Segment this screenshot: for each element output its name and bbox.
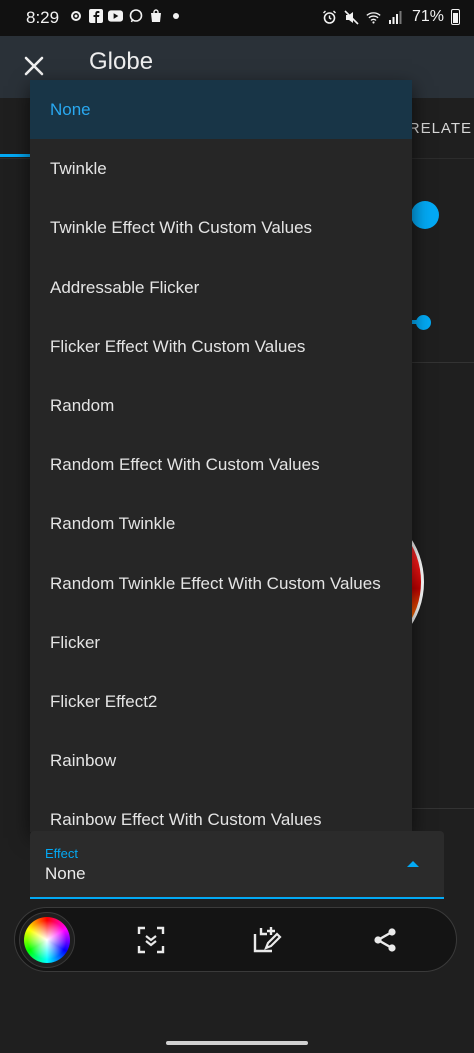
shopping-bag-icon: [148, 8, 163, 23]
divider: [411, 808, 474, 809]
dropdown-option[interactable]: Twinkle: [30, 139, 412, 198]
share-icon: [374, 928, 396, 952]
color-wheel-icon: [24, 917, 70, 963]
alarm-icon: [322, 10, 337, 25]
facebook-icon: [88, 8, 103, 23]
dropdown-option[interactable]: Twinkle Effect With Custom Values: [30, 198, 412, 257]
mute-icon: [344, 9, 359, 25]
settings-icon: [68, 8, 83, 23]
dropdown-option[interactable]: Flicker Effect2: [30, 672, 412, 731]
signal-icon: [388, 10, 403, 25]
dropdown-option[interactable]: Rainbow: [30, 731, 412, 790]
scan-icon: [137, 926, 165, 954]
tab-related[interactable]: RELATE: [409, 120, 472, 137]
dropdown-option[interactable]: Random Twinkle Effect With Custom Values: [30, 554, 412, 613]
toggle-switch[interactable]: [411, 201, 439, 229]
notification-icons: [68, 8, 183, 23]
effect-label: Effect: [45, 846, 79, 861]
close-icon: [24, 56, 44, 76]
edit-crop-button[interactable]: [245, 918, 289, 962]
caret-up-icon: [407, 861, 419, 867]
share-button[interactable]: [363, 918, 407, 962]
dropdown-option[interactable]: Random Twinkle: [30, 494, 412, 553]
divider: [411, 362, 474, 363]
effect-select[interactable]: Effect None: [30, 831, 444, 899]
home-indicator[interactable]: [166, 1041, 308, 1045]
youtube-icon: [108, 8, 123, 23]
messenger-icon: [128, 8, 143, 23]
status-time: 8:29: [26, 8, 60, 27]
dropdown-option[interactable]: Rainbow Effect With Custom Values: [30, 790, 412, 832]
brightness-slider-handle[interactable]: [416, 315, 431, 330]
status-bar: 8:29 71%: [0, 0, 474, 36]
battery-icon: [451, 9, 460, 25]
dropdown-option[interactable]: None: [30, 80, 412, 139]
system-icons: 71%: [322, 8, 460, 26]
page-title: Globe: [89, 48, 154, 75]
dropdown-option[interactable]: Random: [30, 376, 412, 435]
close-button[interactable]: [20, 52, 48, 80]
effect-value: None: [45, 864, 86, 883]
tab-indicator: [0, 154, 30, 157]
edit-crop-icon: [253, 927, 282, 953]
wifi-icon: [366, 10, 381, 25]
dot-icon: [168, 8, 183, 23]
color-wheel-button[interactable]: [19, 912, 75, 968]
battery-percentage: 71%: [411, 8, 444, 25]
dropdown-option[interactable]: Flicker Effect With Custom Values: [30, 317, 412, 376]
dropdown-option[interactable]: Random Effect With Custom Values: [30, 435, 412, 494]
dropdown-option[interactable]: Flicker: [30, 613, 412, 672]
effect-dropdown-menu: None Twinkle Twinkle Effect With Custom Va…: [30, 80, 412, 832]
scan-button[interactable]: [129, 918, 173, 962]
bottom-toolbar: [14, 907, 457, 972]
dropdown-option[interactable]: Addressable Flicker: [30, 258, 412, 317]
